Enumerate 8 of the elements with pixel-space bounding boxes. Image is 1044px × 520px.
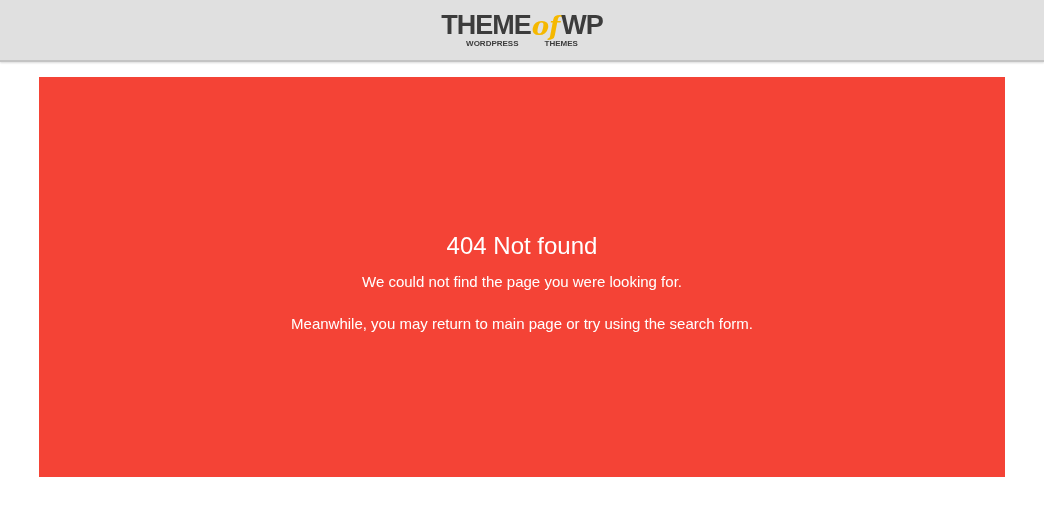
- logo-text: of: [531, 12, 561, 39]
- error-title: 404 Not found: [446, 232, 598, 260]
- error-message: We could not find the page you were looking for.: [362, 273, 682, 290]
- logo-text: THEME: [441, 12, 531, 39]
- logo-text: WP: [561, 12, 603, 39]
- logo-tagline: WORDPRESS: [466, 39, 519, 48]
- logo-tagline: THEMES: [544, 39, 578, 48]
- error-hint: Meanwhile, you may return to main page or try using the search form.: [291, 315, 753, 332]
